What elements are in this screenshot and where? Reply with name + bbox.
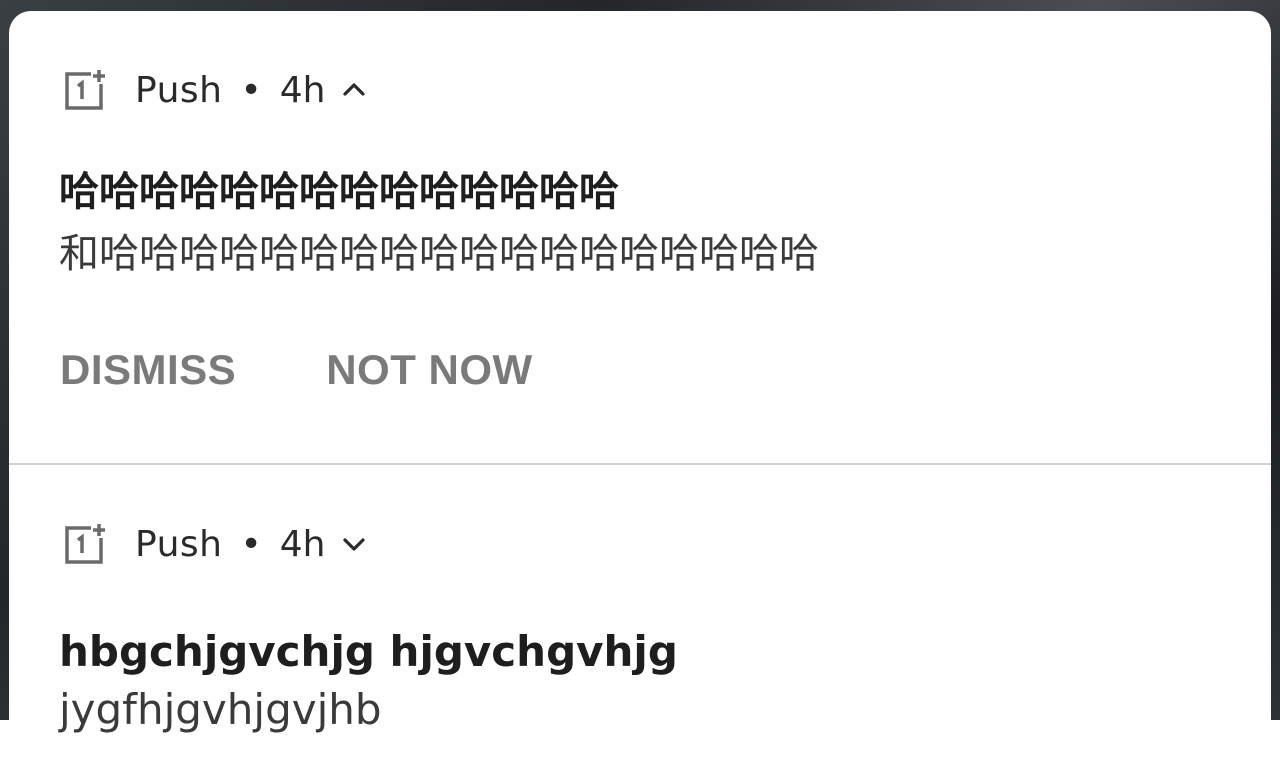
app-name: Push — [135, 523, 223, 565]
chevron-down-icon[interactable] — [341, 531, 367, 557]
dismiss-button[interactable]: DISMISS — [60, 346, 236, 394]
notification-time: 4h — [279, 523, 326, 565]
header-separator: • — [240, 523, 262, 565]
oneplus-logo-icon — [65, 524, 105, 564]
notification-time: 4h — [279, 69, 326, 111]
app-name: Push — [135, 69, 223, 111]
header-separator: • — [240, 69, 262, 111]
notification-shade: Push • 4h 哈哈哈哈哈哈哈哈哈哈哈哈哈哈 和哈哈哈哈哈哈哈哈哈哈哈哈哈哈… — [9, 11, 1271, 771]
not-now-button[interactable]: NOT NOW — [326, 346, 532, 394]
notification-header[interactable]: Push • 4h — [61, 66, 367, 114]
notification-header[interactable]: Push • 4h — [61, 520, 367, 568]
notification-card[interactable]: Push • 4h hbgchjgvchjg hjgvchgvhjg jygfh… — [9, 465, 1271, 771]
notification-actions: DISMISS NOT NOW — [60, 345, 533, 395]
notification-body: jygfhjgvhjgvjhb — [59, 685, 382, 734]
notification-title: 哈哈哈哈哈哈哈哈哈哈哈哈哈哈 — [59, 169, 619, 215]
notification-card[interactable]: Push • 4h 哈哈哈哈哈哈哈哈哈哈哈哈哈哈 和哈哈哈哈哈哈哈哈哈哈哈哈哈哈… — [9, 11, 1271, 463]
notification-body: 和哈哈哈哈哈哈哈哈哈哈哈哈哈哈哈哈哈哈 — [59, 231, 819, 277]
oneplus-logo-icon — [65, 70, 105, 110]
chevron-up-icon[interactable] — [341, 77, 367, 103]
notification-title: hbgchjgvchjg hjgvchgvhjg — [59, 627, 678, 676]
